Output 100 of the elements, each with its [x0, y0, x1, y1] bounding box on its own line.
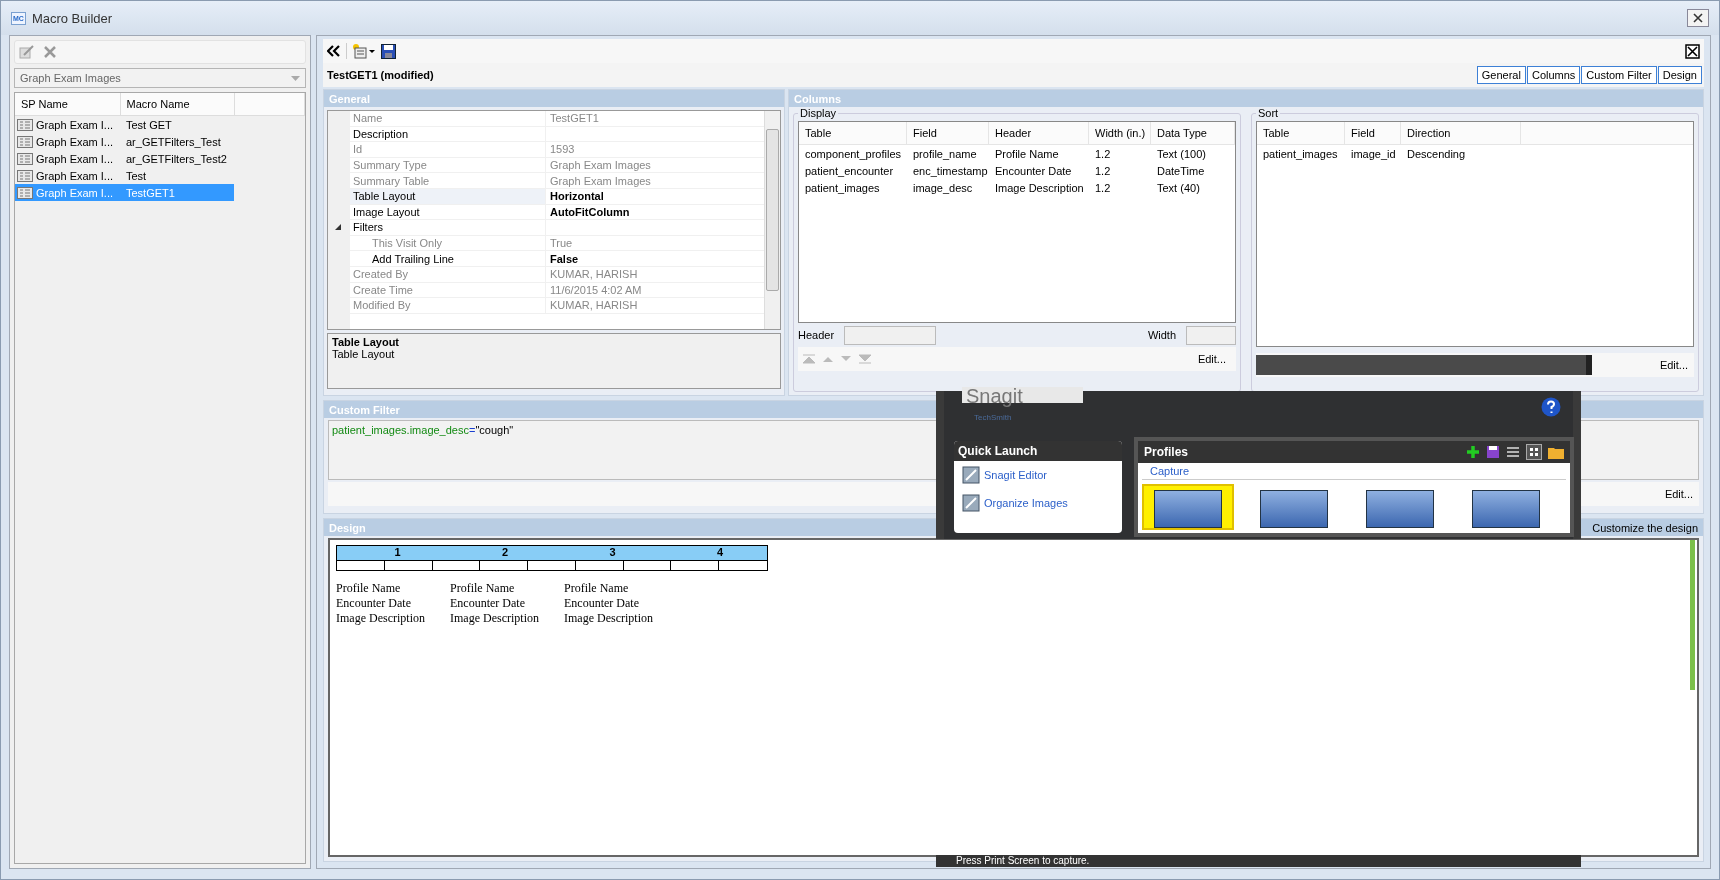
table-cell-text: Text (40) [1156, 181, 1201, 194]
property-name[interactable]: Description [350, 126, 546, 142]
edit-icon[interactable] [19, 44, 35, 60]
property-value[interactable]: Graph Exam Images [546, 174, 764, 187]
folder-icon[interactable] [1548, 445, 1564, 459]
list-cell[interactable]: Graph Exam I... [15, 167, 122, 184]
scrollbar[interactable] [764, 111, 780, 329]
app-shortcut-icon[interactable] [962, 466, 980, 484]
column-header[interactable]: Table [1257, 122, 1345, 144]
new-report-icon[interactable] [352, 43, 376, 59]
add-icon[interactable] [1466, 445, 1480, 459]
table-cell-text: Encounter Date [994, 164, 1073, 177]
column-header[interactable]: Data Type [1151, 122, 1235, 144]
property-name[interactable]: Summary Table [350, 173, 546, 188]
table-cell-text: enc_timestamp [912, 164, 989, 177]
app-shortcut-icon[interactable] [962, 494, 980, 512]
close-icon [1693, 13, 1703, 23]
save-icon[interactable] [1486, 445, 1500, 459]
property-name[interactable]: Create Time [350, 282, 546, 298]
property-name[interactable]: Summary Type [350, 157, 546, 173]
help-icon[interactable] [1541, 397, 1561, 417]
list-cell[interactable]: Graph Exam I... [15, 116, 122, 133]
table-cell-text: 1.2 [1094, 147, 1112, 160]
property-name[interactable]: Created By [350, 266, 546, 282]
edit-button[interactable]: Edit... [1653, 357, 1694, 373]
list-cell[interactable]: Graph Exam I... [15, 133, 122, 150]
property-value[interactable]: 1593 [546, 143, 764, 156]
property-value[interactable]: False [546, 252, 764, 265]
grid-view-icon[interactable] [1526, 444, 1542, 460]
column-header[interactable]: SP Name [15, 93, 121, 115]
ruler-number: 1 [393, 546, 402, 560]
property-value[interactable]: True [546, 237, 764, 250]
collapse-icon[interactable] [327, 45, 341, 57]
delete-icon[interactable] [43, 45, 57, 59]
list-cell[interactable]: Test GET [122, 116, 234, 133]
column-header[interactable]: Field [907, 122, 989, 144]
list-cell[interactable]: Test [122, 167, 234, 184]
save-icon[interactable] [381, 43, 396, 59]
header-label: Header [798, 329, 835, 341]
close-button[interactable] [1687, 9, 1709, 27]
table-icon [17, 152, 33, 165]
list-cell[interactable]: Graph Exam I... [15, 150, 122, 167]
table-cell-text: Descending [1406, 147, 1467, 160]
property-name[interactable]: Add Trailing Line [350, 251, 546, 266]
tab[interactable]: Custom Filter [1581, 66, 1657, 84]
property-value[interactable]: AutoFitColumn [546, 205, 764, 218]
design-field[interactable]: Image Description [564, 611, 664, 626]
property-value[interactable]: 11/6/2015 4:02 AM [546, 283, 764, 296]
header-input-field[interactable] [844, 325, 937, 345]
property-value[interactable]: KUMAR, HARISH [546, 299, 764, 312]
ruler-number: 3 [608, 546, 617, 560]
table-cell-text: image_desc [912, 181, 974, 194]
list-cell[interactable]: ar_GETFilters_Test2 [122, 150, 234, 167]
profile-tile[interactable] [1142, 484, 1234, 530]
property-name[interactable]: Image Layout [350, 204, 546, 220]
table-cell-text: patient_images [804, 181, 881, 194]
table-icon [17, 169, 33, 182]
column-header[interactable]: Table [799, 122, 907, 144]
list-cell[interactable]: ar_GETFilters_Test [122, 133, 234, 150]
column-header[interactable]: Direction [1401, 122, 1521, 144]
column-header[interactable]: Width (in.) [1089, 122, 1151, 144]
tab[interactable]: Design [1657, 66, 1702, 84]
edit-button[interactable]: Edit... [1658, 486, 1699, 502]
property-value[interactable]: Graph Exam Images [546, 159, 764, 172]
property-value[interactable]: TestGET1 [546, 112, 764, 125]
design-field[interactable]: Profile Name [564, 581, 664, 596]
close-icon[interactable] [1685, 43, 1700, 59]
section-header-title: Design [329, 521, 366, 534]
design-field[interactable]: Profile Name [336, 581, 436, 596]
property-name[interactable]: Id [350, 142, 546, 157]
table-cell-text: component_profiles [804, 147, 902, 160]
property-name[interactable]: Modified By [350, 298, 546, 313]
dropdown[interactable]: Graph Exam Images [14, 68, 306, 88]
design-field[interactable]: Encounter Date [336, 596, 436, 611]
column-header[interactable]: Field [1345, 122, 1401, 144]
column-header[interactable]: Header [989, 122, 1089, 144]
table-cell-text: profile_name [912, 147, 978, 160]
tab[interactable]: General [1476, 66, 1526, 84]
design-field[interactable]: Profile Name [450, 581, 550, 596]
width-spinner-field[interactable] [1186, 325, 1236, 345]
quick-launch-link[interactable]: Organize Images [984, 497, 1068, 509]
width-label: Width [1147, 329, 1176, 341]
expand-icon[interactable] [334, 223, 342, 232]
property-name[interactable]: Name [350, 111, 546, 126]
group-label: Display [799, 107, 838, 119]
column-header[interactable]: Macro Name [120, 93, 235, 115]
section-label: Capture [1142, 463, 1566, 480]
scrollbar[interactable] [1690, 540, 1695, 690]
design-field[interactable]: Image Description [336, 611, 436, 626]
property-value[interactable]: Horizontal [546, 190, 764, 203]
design-field[interactable]: Encounter Date [450, 596, 550, 611]
design-field[interactable]: Encounter Date [564, 596, 664, 611]
quick-launch-link[interactable]: Snagit Editor [984, 469, 1047, 481]
tab[interactable]: Columns [1526, 66, 1581, 84]
property-name[interactable]: This Visit Only [350, 235, 546, 251]
edit-button[interactable]: Edit... [1191, 351, 1232, 367]
property-value[interactable]: KUMAR, HARISH [546, 268, 764, 281]
ruler-number: 4 [715, 546, 724, 560]
design-field[interactable]: Image Description [450, 611, 550, 626]
list-view-icon[interactable] [1506, 445, 1520, 459]
